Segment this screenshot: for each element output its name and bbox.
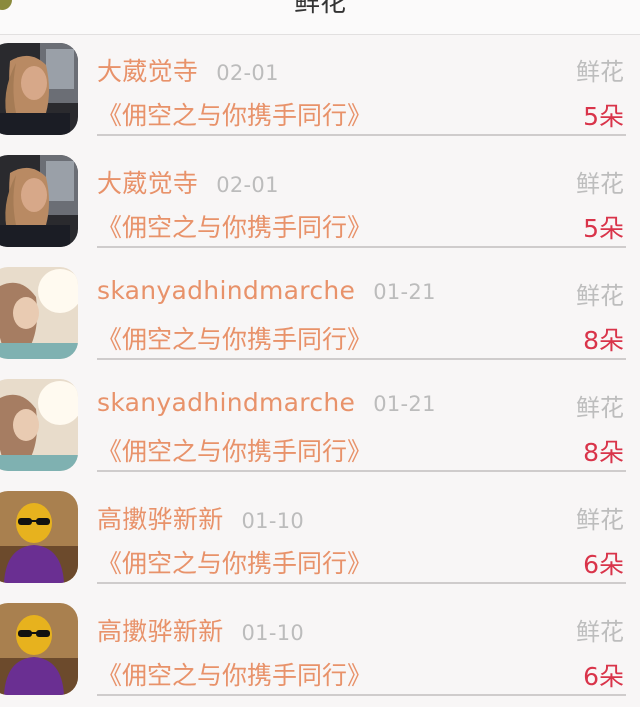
row-divider	[97, 694, 626, 696]
avatar[interactable]	[0, 267, 78, 359]
work-title[interactable]: 《佣空之与你携手同行》	[97, 96, 372, 132]
row-divider	[97, 582, 626, 584]
gift-type: 鲜花	[576, 506, 624, 534]
work-title[interactable]: 《佣空之与你携手同行》	[97, 320, 372, 356]
send-date: 01-10	[241, 509, 305, 533]
row-divider	[97, 246, 626, 248]
nav-bar: 鲜花	[0, 0, 640, 35]
row-divider	[97, 470, 626, 472]
send-date: 01-10	[241, 621, 305, 645]
page-title: 鲜花	[293, 0, 346, 18]
avatar[interactable]	[0, 155, 78, 247]
avatar[interactable]	[0, 43, 78, 135]
gift-type: 鲜花	[576, 394, 624, 422]
work-title[interactable]: 《佣空之与你携手同行》	[97, 208, 372, 244]
avatar[interactable]	[0, 491, 78, 583]
gift-type: 鲜花	[576, 58, 624, 86]
gift-type: 鲜花	[576, 170, 624, 198]
gift-quantity: 8朵	[583, 438, 624, 467]
sender-name: skanyadhindmarche 01-21	[97, 276, 436, 305]
work-title[interactable]: 《佣空之与你携手同行》	[97, 656, 372, 692]
send-date: 01-21	[373, 392, 436, 416]
send-date: 02-01	[216, 61, 279, 85]
list-item[interactable]: skanyadhindmarche 01-21 鲜花 《佣空之与你携手同行》 8朵	[0, 259, 640, 371]
row-divider	[97, 358, 626, 360]
list-item[interactable]: skanyadhindmarche 01-21 鲜花 《佣空之与你携手同行》 8朵	[0, 371, 640, 483]
gift-record-list: 大葳觉寺 02-01 鲜花 《佣空之与你携手同行》 5朵 大葳觉寺 02-01 鲜花…	[0, 35, 640, 707]
list-item[interactable]: 高擻骅新新 01-10 鲜花 《佣空之与你携手同行》 6朵	[0, 595, 640, 707]
gift-quantity: 5朵	[583, 102, 624, 131]
sender-name: skanyadhindmarche 01-21	[97, 388, 436, 417]
list-item[interactable]: 高擻骅新新 01-10 鲜花 《佣空之与你携手同行》 6朵	[0, 483, 640, 595]
gift-quantity: 8朵	[583, 326, 624, 355]
gift-quantity: 6朵	[583, 662, 624, 691]
sender-name: 大葳觉寺 02-01	[97, 169, 279, 198]
gift-quantity: 6朵	[583, 550, 624, 579]
send-date: 01-21	[373, 280, 436, 304]
avatar[interactable]	[0, 379, 78, 471]
list-item[interactable]: 大葳觉寺 02-01 鲜花 《佣空之与你携手同行》 5朵	[0, 35, 640, 147]
sender-name: 高擻骅新新 01-10	[97, 617, 305, 646]
list-item[interactable]: 大葳觉寺 02-01 鲜花 《佣空之与你携手同行》 5朵	[0, 147, 640, 259]
work-title[interactable]: 《佣空之与你携手同行》	[97, 544, 372, 580]
work-title[interactable]: 《佣空之与你携手同行》	[97, 432, 372, 468]
gift-quantity: 5朵	[583, 214, 624, 243]
row-divider	[97, 134, 626, 136]
gift-type: 鲜花	[576, 618, 624, 646]
sender-name: 大葳觉寺 02-01	[97, 57, 279, 86]
send-date: 02-01	[216, 173, 279, 197]
gift-type: 鲜花	[576, 282, 624, 310]
avatar[interactable]	[0, 603, 78, 695]
sender-name: 高擻骅新新 01-10	[97, 505, 305, 534]
